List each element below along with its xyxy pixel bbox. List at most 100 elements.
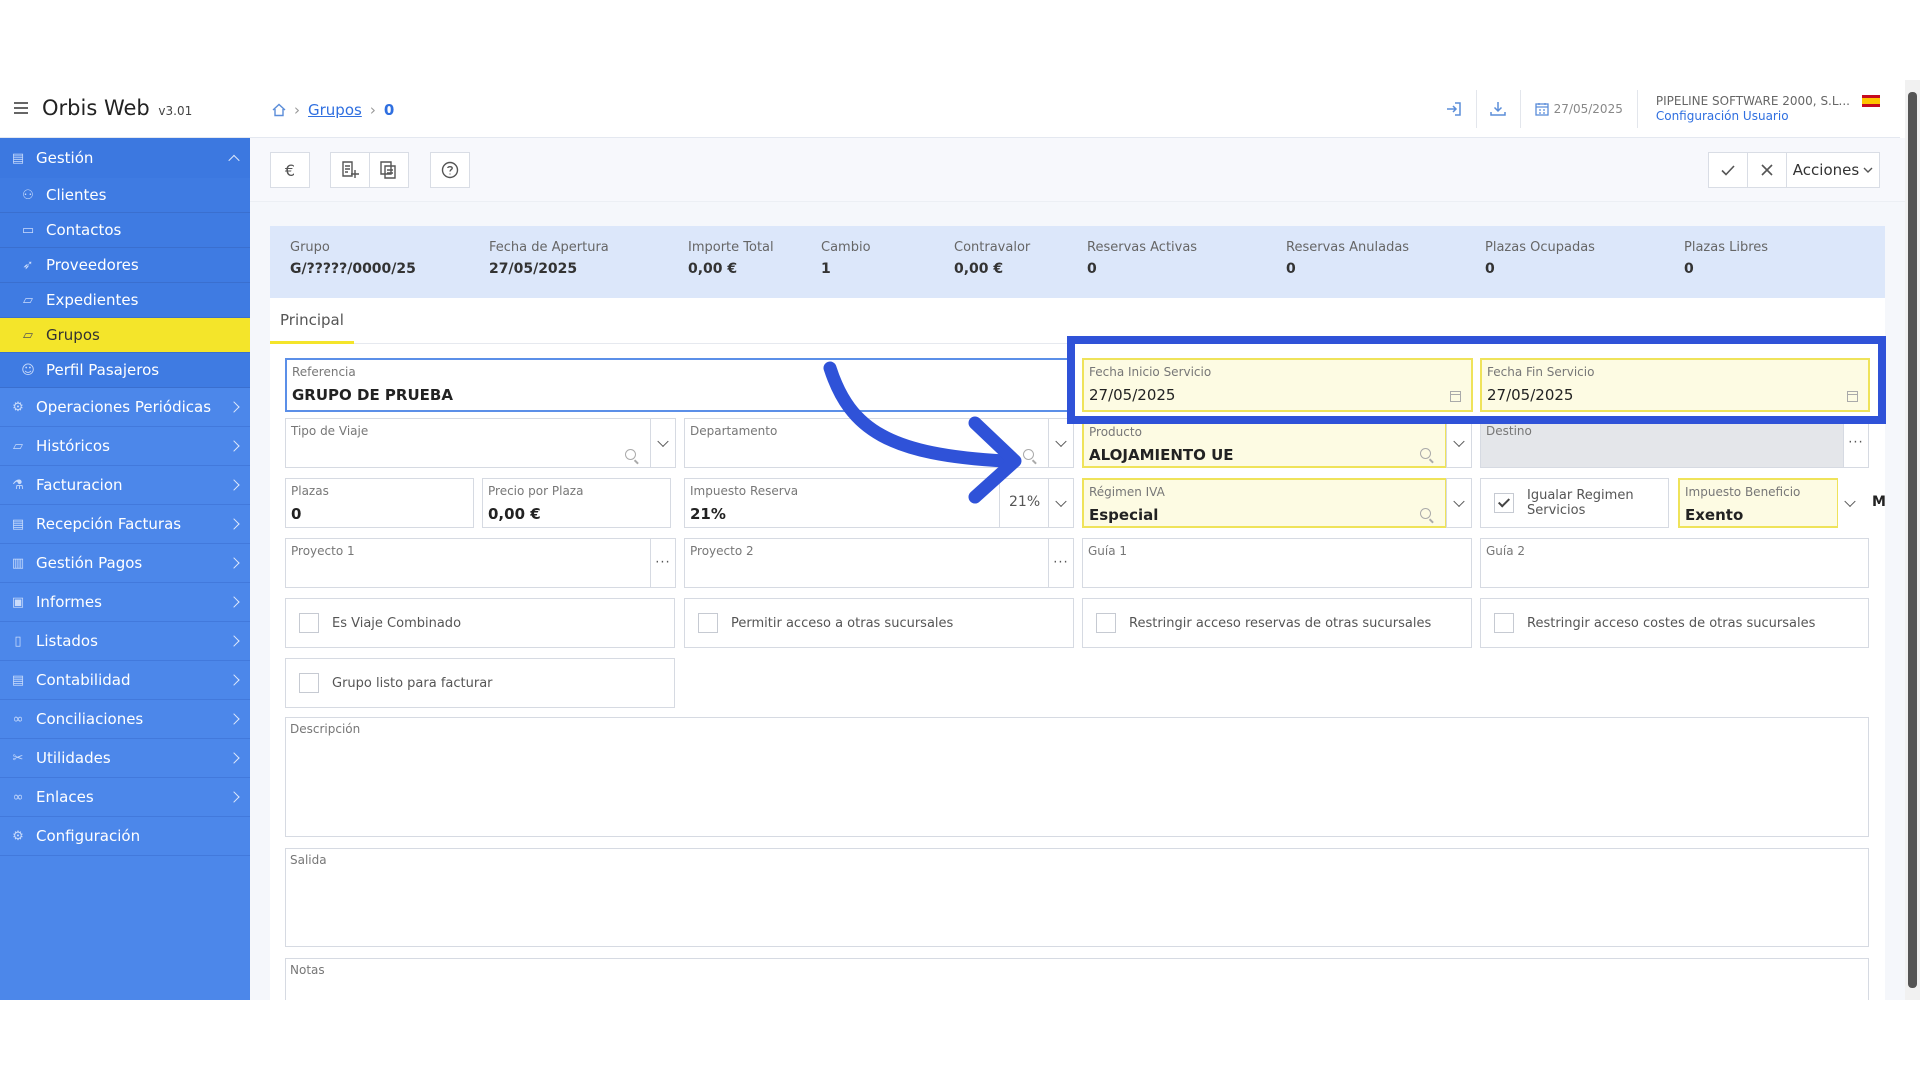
restringir-reservas-field: Restringir acceso reservas de otras sucu… xyxy=(1082,598,1472,648)
search-icon[interactable] xyxy=(1420,448,1431,459)
breadcrumb-grupos-link[interactable]: Grupos xyxy=(308,101,362,119)
departamento-dropdown-button[interactable] xyxy=(1048,418,1074,468)
proyecto-2-more-button[interactable]: ··· xyxy=(1048,538,1074,588)
notas-label: Notas xyxy=(290,963,325,977)
sidebar-item-clientes[interactable]: ⚇ Clientes xyxy=(0,178,250,213)
chevron-right-icon xyxy=(228,713,240,725)
guia-2-field[interactable]: Guía 2 xyxy=(1480,538,1869,588)
impuesto-beneficio-dropdown-button[interactable] xyxy=(1838,478,1864,528)
proyecto-1-more-button[interactable]: ··· xyxy=(650,538,676,588)
sidebar-group-configuracion[interactable]: ⚙ Configuración xyxy=(0,817,250,856)
listo-facturar-checkbox[interactable] xyxy=(299,673,319,693)
sidebar-group-label: Listados xyxy=(36,632,98,650)
sidebar-group-conciliaciones[interactable]: ∞ Conciliaciones xyxy=(0,700,250,739)
top-bar: Orbis Web v3.01 › Grupos › 0 27/05/2025 … xyxy=(0,80,1900,138)
chain-link-icon: ∞ xyxy=(12,789,24,805)
tab-principal[interactable]: Principal xyxy=(280,311,344,329)
sidebar-group-operaciones[interactable]: ⚙ Operaciones Periódicas xyxy=(0,388,250,427)
igualar-regimen-checkbox[interactable] xyxy=(1494,493,1514,513)
restringir-reservas-checkbox[interactable] xyxy=(1096,613,1116,633)
sidebar-item-label: Grupos xyxy=(46,326,100,344)
sidebar-item-contactos[interactable]: ▭ Contactos xyxy=(0,213,250,248)
tipo-viaje-field[interactable]: Tipo de Viaje xyxy=(285,418,651,468)
proyecto-2-field[interactable]: Proyecto 2 xyxy=(684,538,1049,588)
permitir-acceso-checkbox[interactable] xyxy=(698,613,718,633)
confirm-button[interactable] xyxy=(1708,152,1748,188)
producto-dropdown-button[interactable] xyxy=(1446,418,1472,468)
sidebar-group-historicos[interactable]: ▱ Históricos xyxy=(0,427,250,466)
sidebar-group-facturacion[interactable]: ⚗ Facturacion xyxy=(0,466,250,505)
plazas-field[interactable]: Plazas 0 xyxy=(285,478,474,528)
chevron-right-icon xyxy=(228,635,240,647)
sidebar-group-enlaces[interactable]: ∞ Enlaces xyxy=(0,778,250,817)
page-scrollbar[interactable] xyxy=(1905,80,1920,1000)
breadcrumb-separator-icon: › xyxy=(294,101,300,119)
viaje-combinado-label: Es Viaje Combinado xyxy=(332,616,462,631)
sidebar-item-grupos[interactable]: ▱ Grupos xyxy=(0,318,258,353)
home-icon[interactable] xyxy=(272,103,286,117)
sidebar-group-listados[interactable]: ▯ Listados xyxy=(0,622,250,661)
viaje-combinado-checkbox[interactable] xyxy=(299,613,319,633)
sidebar-group-recepcion[interactable]: ▤ Recepción Facturas xyxy=(0,505,250,544)
ledger-icon: ▤ xyxy=(11,672,25,688)
currency-button[interactable]: € xyxy=(270,152,310,188)
descripcion-textarea[interactable]: Descripción xyxy=(285,717,1869,837)
restringir-costes-checkbox[interactable] xyxy=(1494,613,1514,633)
proyecto-1-field[interactable]: Proyecto 1 xyxy=(285,538,651,588)
impuesto-beneficio-field[interactable]: Impuesto Beneficio Exento xyxy=(1678,478,1839,528)
sidebar-group-utilidades[interactable]: ✂ Utilidades xyxy=(0,739,250,778)
sidebar-section-gestion[interactable]: ▤ Gestión xyxy=(0,138,250,178)
producto-field[interactable]: Producto ALOJAMIENTO UE xyxy=(1082,418,1447,468)
sidebar-item-perfil-pasajeros[interactable]: ☺ Perfil Pasajeros xyxy=(0,353,250,388)
precio-plaza-field[interactable]: Precio por Plaza 0,00 € xyxy=(482,478,671,528)
user-config-link[interactable]: Configuración Usuario xyxy=(1656,109,1850,124)
notas-textarea[interactable]: Notas xyxy=(285,958,1869,1000)
spain-flag-icon[interactable] xyxy=(1862,95,1880,107)
menu-icon[interactable] xyxy=(14,102,28,114)
scrollbar-thumb[interactable] xyxy=(1908,92,1917,988)
actions-label: Acciones xyxy=(1792,161,1860,179)
impuesto-reserva-dropdown-button[interactable] xyxy=(1048,478,1074,528)
chevron-down-icon xyxy=(657,435,669,448)
summary-grupo: Grupo G/?????/0000/25 xyxy=(290,240,416,277)
search-icon[interactable] xyxy=(625,449,636,460)
regimen-iva-field[interactable]: Régimen IVA Especial xyxy=(1082,478,1447,528)
copy-document-icon xyxy=(380,161,396,179)
add-document-button[interactable] xyxy=(330,152,370,188)
sidebar-group-informes[interactable]: ▣ Informes xyxy=(0,583,250,622)
sidebar-group-contabilidad[interactable]: ▤ Contabilidad xyxy=(0,661,250,700)
chevron-right-icon xyxy=(228,518,240,530)
breadcrumb-separator-icon: › xyxy=(369,101,376,119)
chevron-right-icon xyxy=(228,596,240,608)
tipo-viaje-dropdown-button[interactable] xyxy=(650,418,676,468)
summary-contravalor: Contravalor 0,00 € xyxy=(954,240,1031,277)
login-icon[interactable] xyxy=(1433,90,1477,128)
cancel-button[interactable] xyxy=(1747,152,1787,188)
plazas-label: Plazas xyxy=(291,484,329,498)
summary-importe-total: Importe Total 0,00 € xyxy=(688,240,774,277)
sidebar-group-pagos[interactable]: ▥ Gestión Pagos xyxy=(0,544,250,583)
actions-dropdown[interactable]: Acciones xyxy=(1786,152,1880,188)
users-icon: ⚇ xyxy=(22,187,34,203)
referencia-value: GRUPO DE PRUEBA xyxy=(292,386,453,404)
sidebar-group-label: Históricos xyxy=(36,437,110,455)
igualar-regimen-field: Igualar Regimen Servicios xyxy=(1480,478,1669,528)
help-button[interactable] xyxy=(430,152,470,188)
chevron-right-icon xyxy=(228,479,240,491)
sidebar-item-expedientes[interactable]: ▱ Expedientes xyxy=(0,283,250,318)
chevron-down-icon xyxy=(1453,495,1465,508)
impuesto-beneficio-value: Exento xyxy=(1685,506,1744,524)
destino-more-button[interactable]: ··· xyxy=(1843,418,1869,468)
download-icon[interactable] xyxy=(1477,90,1521,128)
sidebar-item-proveedores[interactable]: ➶ Proveedores xyxy=(0,248,250,283)
regimen-iva-dropdown-button[interactable] xyxy=(1446,478,1472,528)
sidebar-group-label: Conciliaciones xyxy=(36,710,144,728)
guia-1-field[interactable]: Guía 1 xyxy=(1082,538,1472,588)
search-icon[interactable] xyxy=(1420,508,1431,519)
tools-icon: ✂ xyxy=(12,750,24,766)
impuesto-beneficio-mode[interactable]: M xyxy=(1872,494,1886,510)
copy-document-button[interactable] xyxy=(369,152,409,188)
work-date[interactable]: 27/05/2025 xyxy=(1521,90,1638,128)
sidebar-group-label: Informes xyxy=(36,593,102,611)
salida-textarea[interactable]: Salida xyxy=(285,848,1869,947)
